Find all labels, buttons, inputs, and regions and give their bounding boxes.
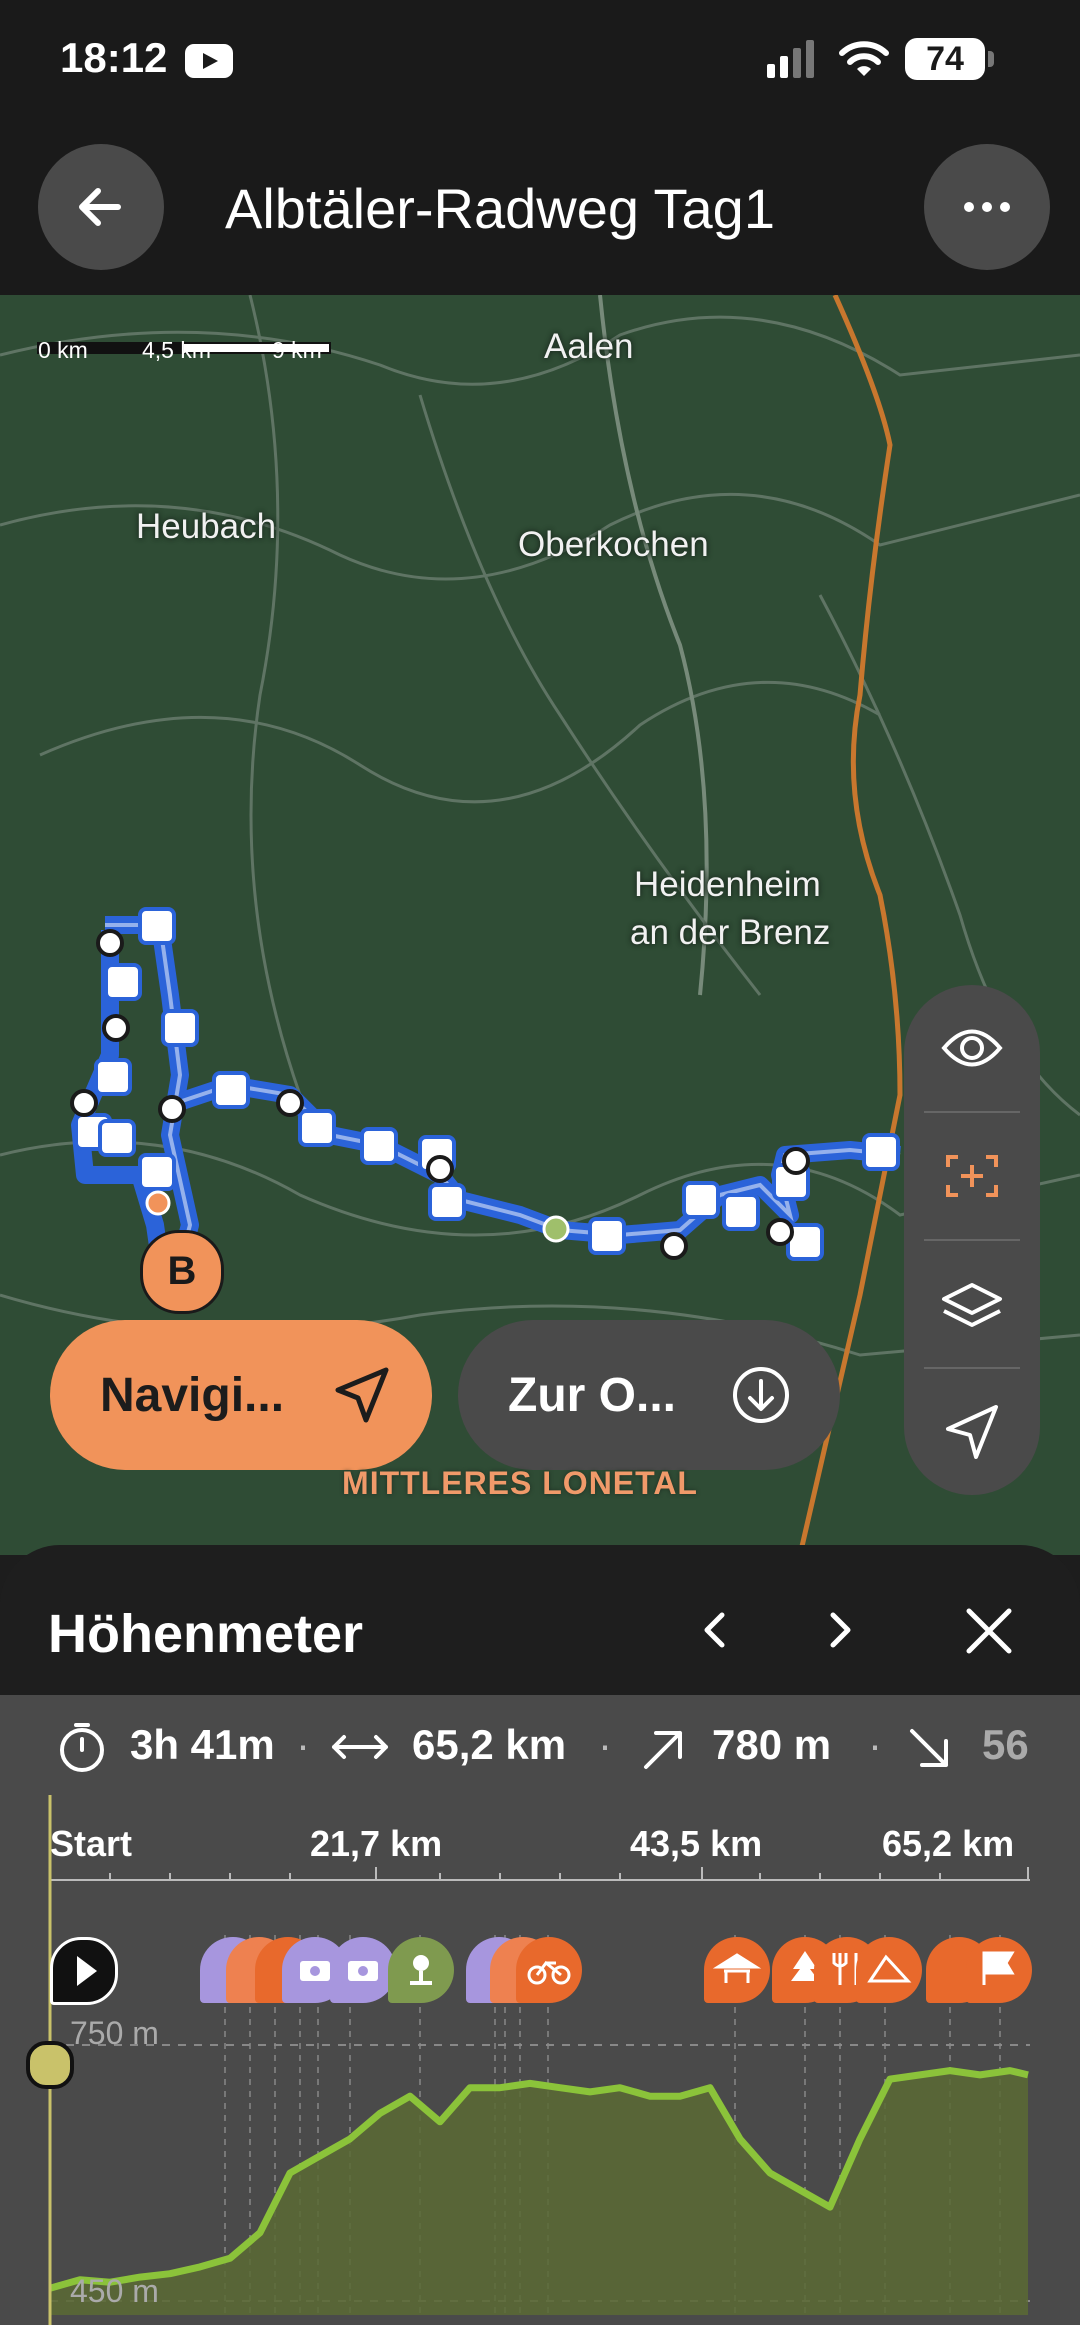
stat-distance: 65,2 km [412, 1721, 567, 1768]
stopwatch-icon [60, 1723, 104, 1772]
battery-indicator: 74 [905, 38, 994, 80]
elevation-label-high: 750 m [70, 2015, 159, 2051]
zur-offline-button[interactable]: Zur O... [458, 1320, 840, 1470]
eye-icon [941, 1029, 1003, 1067]
fit-route-button[interactable] [904, 1113, 1040, 1239]
close-icon[interactable] [963, 1605, 1015, 1657]
stat-ascent: 780 m [712, 1721, 832, 1768]
elevation-chart [48, 1795, 1030, 2325]
bicycle-icon [527, 1960, 571, 1985]
poi-marker-shelter[interactable] [704, 1937, 770, 2003]
more-dots-icon [964, 202, 1010, 212]
elevation-label-low: 450 m [70, 2273, 159, 2309]
poi-marker-viewpoint[interactable] [388, 1937, 454, 2003]
flag-icon [982, 1951, 1015, 1985]
layers-icon [942, 1283, 1002, 1327]
header-bar: Albtäler-Radweg Tag1 [0, 120, 1080, 295]
shelter-icon [712, 1953, 762, 1983]
region-label: MITTLERES LONETAL [342, 1465, 698, 1501]
chevron-right-icon[interactable] [815, 1605, 865, 1655]
place-label-brenz: an der Brenz [630, 913, 831, 952]
back-button[interactable] [38, 144, 164, 270]
arrow-left-icon [79, 188, 121, 226]
elevation-chart-area[interactable]: Start 21,7 km 43,5 km 65,2 km 750 m 450 … [0, 1795, 1080, 2325]
place-label-heubach: Heubach [136, 507, 277, 546]
navigation-arrow-icon [335, 1367, 389, 1423]
poi-marker-photo-3[interactable] [330, 1937, 396, 2003]
tour-stats-bar: 3h 41m · 65,2 km · 780 m · 56 [0, 1695, 1080, 1795]
ascent-arrow-icon [644, 1731, 682, 1769]
descent-arrow-icon [910, 1729, 948, 1767]
camera-icon [348, 1961, 378, 1981]
sheet-title: Höhenmeter [48, 1604, 364, 1664]
elevation-sheet: Höhenmeter 3h 41m · 65,2 km · 780 m · 56… [0, 1545, 1080, 2325]
place-label-aalen: Aalen [544, 327, 634, 366]
download-icon [733, 1367, 789, 1423]
poi-marker-finish[interactable] [966, 1937, 1032, 2003]
youtube-icon [185, 44, 233, 78]
visibility-button[interactable] [904, 985, 1040, 1111]
map-controls-panel [904, 985, 1040, 1495]
elevation-scrubber-handle[interactable] [26, 2041, 74, 2089]
viewpoint-icon [410, 1955, 432, 1985]
place-label-heidenheim: Heidenheim [634, 865, 821, 904]
end-marker-label: B [167, 1249, 197, 1293]
navigate-button[interactable]: Navigi... [50, 1320, 432, 1470]
distance-arrows-icon [332, 1735, 388, 1759]
place-label-oberkochen: Oberkochen [518, 525, 709, 564]
scale-label-2: 9 km [272, 337, 322, 363]
status-bar: 18:12 74 [0, 0, 1080, 120]
zur-label: Zur O... [508, 1369, 676, 1422]
play-icon [77, 1956, 97, 1986]
navigate-label: Navigi... [100, 1369, 285, 1422]
mountain-icon [867, 1954, 912, 1983]
chevron-left-icon[interactable] [690, 1605, 740, 1655]
start-marker[interactable] [50, 1937, 118, 2005]
signal-icon [767, 40, 814, 78]
map-layers-button[interactable] [904, 1241, 1040, 1367]
scale-label-0: 0 km [38, 337, 88, 363]
page-title: Albtäler-Radweg Tag1 [225, 177, 775, 240]
stat-descent: 56 [982, 1721, 1029, 1768]
map-view[interactable]: 0 km 4,5 km 9 km Aalen Heubach Oberkoche… [0, 295, 1080, 1555]
more-options-button[interactable] [924, 144, 1050, 270]
wifi-icon [839, 41, 889, 76]
end-marker[interactable]: B [140, 1230, 224, 1314]
scale-label-1: 4,5 km [142, 337, 212, 363]
status-time: 18:12 [60, 34, 168, 81]
poi-marker-bike[interactable] [516, 1937, 582, 2003]
stat-duration: 3h 41m [130, 1721, 275, 1768]
poi-marker-terrain[interactable] [856, 1937, 922, 2003]
focus-frame-icon [946, 1155, 998, 1197]
